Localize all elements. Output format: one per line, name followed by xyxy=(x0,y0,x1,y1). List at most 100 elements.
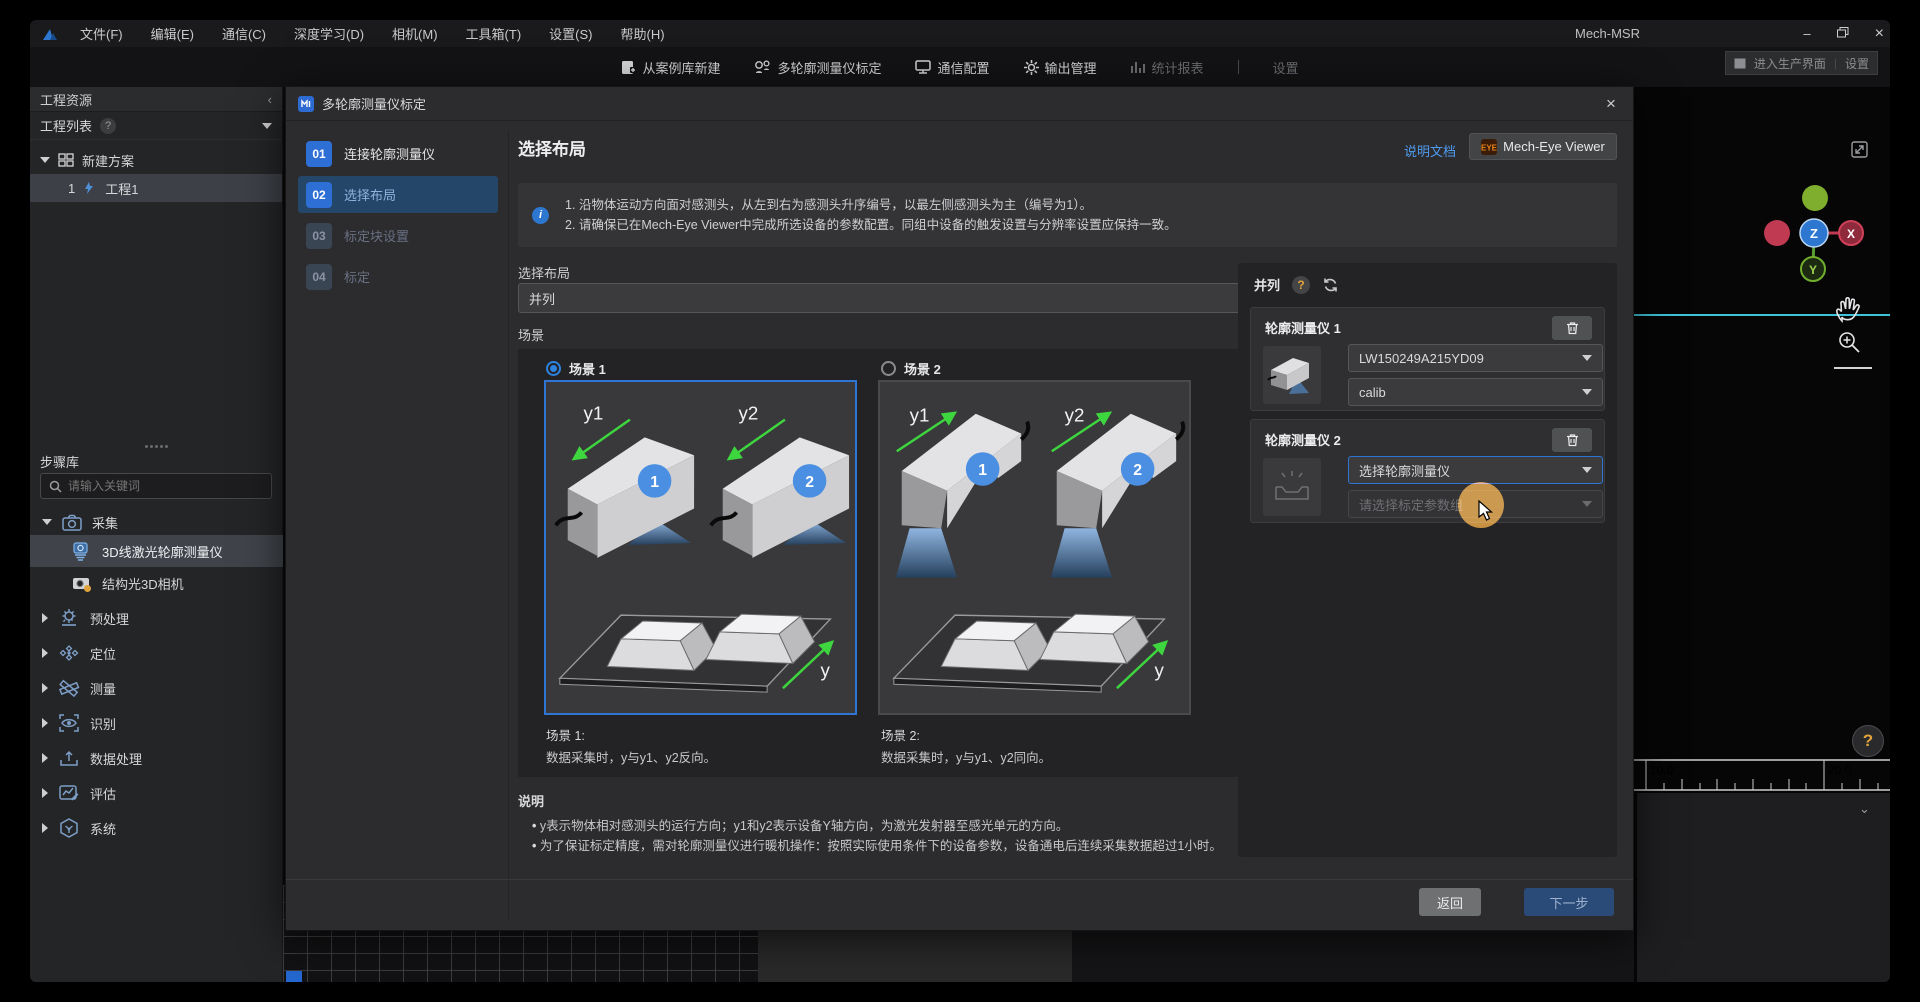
sidebar-splitter[interactable] xyxy=(30,442,283,450)
scene1-card[interactable]: 1 y1 2 y2 xyxy=(544,380,857,715)
chevron-down-icon[interactable]: ⌄ xyxy=(1859,801,1870,817)
system-icon xyxy=(58,818,80,838)
production-icon xyxy=(1734,58,1746,69)
viewport-3d: Z X Y ? 10.0 20.0 xyxy=(1634,87,1890,982)
step-calibrate[interactable]: 04标定 xyxy=(298,258,498,295)
preprocess-icon xyxy=(58,608,80,628)
svg-text:y2: y2 xyxy=(739,403,759,424)
doc-link[interactable]: 说明文档 xyxy=(1404,141,1456,160)
sidebar-item-3d-laser-profiler[interactable]: 3D线激光轮廓测量仪 xyxy=(30,535,283,567)
ruler: 10.0 20.0 xyxy=(1634,759,1890,795)
group-expand-icon[interactable] xyxy=(42,519,52,525)
profiler1-delete-button[interactable] xyxy=(1552,316,1592,340)
sidebar-group-system[interactable]: 系统 xyxy=(30,813,283,843)
background-blue-chip xyxy=(286,971,302,982)
structured-camera-icon xyxy=(72,575,92,592)
axis-gizmo[interactable]: Z X Y xyxy=(1754,175,1884,290)
sidebar-group-data-processing[interactable]: 数据处理 xyxy=(30,743,283,773)
project-node[interactable]: 1 工程1 xyxy=(30,174,282,202)
svg-text:EYE: EYE xyxy=(1481,143,1497,152)
scene-container: 场景 1 场景 2 xyxy=(518,349,1272,777)
mech-eye-viewer-button[interactable]: EYE Mech-Eye Viewer xyxy=(1469,133,1617,160)
sidebar-group-evaluate[interactable]: 评估 xyxy=(30,778,283,808)
svg-text:y1: y1 xyxy=(584,403,604,424)
group-label: 并列 xyxy=(1254,275,1280,294)
wizard-steps: 01连接轮廓测量仪 02选择布局 03标定块设置 04标定 xyxy=(298,135,498,299)
next-button[interactable]: 下一步 xyxy=(1524,888,1614,916)
scene2-card[interactable]: 1 y1 2 y2 xyxy=(878,380,1191,715)
project-list-help-icon[interactable]: ? xyxy=(100,118,116,134)
profiler1-param-select[interactable]: calib xyxy=(1348,378,1603,406)
step-calibration-block[interactable]: 03标定块设置 xyxy=(298,217,498,254)
project-list-header[interactable]: 工程列表 ? xyxy=(30,112,282,140)
toolbar-separator xyxy=(1238,60,1239,74)
menu-toolbox[interactable]: 工具箱(T) xyxy=(452,20,536,47)
profiler2-device-select[interactable]: 选择轮廓测量仪 xyxy=(1348,456,1603,484)
menu-deep-learning[interactable]: 深度学习(D) xyxy=(280,20,378,47)
tool-divider xyxy=(1834,367,1872,369)
project-icon xyxy=(83,181,97,195)
scene-label: 场景 xyxy=(518,325,544,344)
fullscreen-icon[interactable] xyxy=(1851,141,1868,161)
menu-file[interactable]: 文件(F) xyxy=(66,20,137,47)
steps-divider xyxy=(508,131,509,921)
step-connect-profilers[interactable]: 01连接轮廓测量仪 xyxy=(298,135,498,172)
profiler2-delete-button[interactable] xyxy=(1552,428,1592,452)
minimize-button[interactable]: – xyxy=(1803,26,1810,41)
scene1-illustration: 1 y1 2 y2 xyxy=(546,382,855,713)
collapse-sidebar-icon[interactable]: ‹ xyxy=(268,92,272,107)
collapse-project-list-icon[interactable] xyxy=(262,123,272,129)
help-button[interactable]: ? xyxy=(1852,725,1884,757)
sidebar-group-measure[interactable]: 测量 xyxy=(30,673,283,703)
sidebar-item-structured-light-camera[interactable]: 结构光3D相机 xyxy=(30,568,283,598)
scene1-radio[interactable]: 场景 1 xyxy=(546,359,606,378)
layout-label: 选择布局 xyxy=(518,263,570,282)
sidebar-group-locate[interactable]: 定位 xyxy=(30,638,283,668)
menu-help[interactable]: 帮助(H) xyxy=(607,20,679,47)
main-toolbar: 从案例库新建 多轮廓测量仪标定 通信配置 输出管理 统计报表 设置 xyxy=(30,47,1890,87)
step-select-layout[interactable]: 02选择布局 xyxy=(298,176,498,213)
mouse-cursor xyxy=(1478,500,1496,525)
back-button[interactable]: 返回 xyxy=(1419,888,1481,916)
toolbar-profiler-calibration[interactable]: 多轮廓测量仪标定 xyxy=(754,58,881,77)
toolbar-new-from-case[interactable]: 从案例库新建 xyxy=(621,58,720,77)
pan-hand-icon[interactable] xyxy=(1834,295,1862,328)
svg-text:Y: Y xyxy=(1809,263,1817,277)
toolbar-settings[interactable]: 设置 xyxy=(1273,58,1299,77)
lower-panel: ⌄ xyxy=(1637,793,1890,982)
scene2-radio[interactable]: 场景 2 xyxy=(881,359,941,378)
profiler1-thumbnail xyxy=(1263,346,1321,404)
group-help-icon[interactable]: ? xyxy=(1292,276,1310,294)
refresh-icon[interactable] xyxy=(1322,277,1339,293)
tree-expand-icon[interactable] xyxy=(40,157,50,163)
menu-settings[interactable]: 设置(S) xyxy=(535,20,606,47)
sidebar-group-collect[interactable]: 采集 xyxy=(30,507,283,537)
menu-communication[interactable]: 通信(C) xyxy=(208,20,280,47)
new-case-icon xyxy=(621,60,636,75)
profiler2-title: 轮廓测量仪 2 xyxy=(1265,430,1341,449)
sidebar-group-recognize[interactable]: 识别 xyxy=(30,708,283,738)
maximize-button[interactable] xyxy=(1837,26,1849,41)
toolbar-stats-report[interactable]: 统计报表 xyxy=(1131,58,1204,77)
profiler1-title: 轮廓测量仪 1 xyxy=(1265,318,1341,337)
menu-edit[interactable]: 编辑(E) xyxy=(137,20,208,47)
scene2-caption-title: 场景 2: xyxy=(881,725,920,744)
solution-node[interactable]: 新建方案 xyxy=(30,146,282,174)
group-collapsed-icon[interactable] xyxy=(42,613,48,623)
production-settings-button[interactable]: 设置 xyxy=(1845,55,1869,72)
toolbar-output-management[interactable]: 输出管理 xyxy=(1024,58,1097,77)
profiler1-device-select[interactable]: LW150249A215YD09 xyxy=(1348,344,1603,372)
svg-text:y: y xyxy=(1154,659,1164,680)
note-2: • 为了保证标定精度，需对轮廓测量仪进行暖机操作：按照实际使用条件下的设备参数，… xyxy=(532,835,1222,854)
search-input[interactable] xyxy=(68,479,248,493)
toolbar-comm-config[interactable]: 通信配置 xyxy=(915,58,989,77)
enter-production-button[interactable]: 进入生产界面 xyxy=(1754,55,1826,72)
trash-icon xyxy=(1566,321,1579,335)
menu-camera[interactable]: 相机(M) xyxy=(378,20,452,47)
step-search[interactable] xyxy=(40,473,272,499)
dialog-close-icon[interactable]: × xyxy=(1599,92,1623,116)
close-button[interactable]: × xyxy=(1875,25,1884,43)
notes-title: 说明 xyxy=(518,791,544,810)
zoom-icon[interactable] xyxy=(1837,330,1863,359)
sidebar-group-preprocess[interactable]: 预处理 xyxy=(30,603,283,633)
